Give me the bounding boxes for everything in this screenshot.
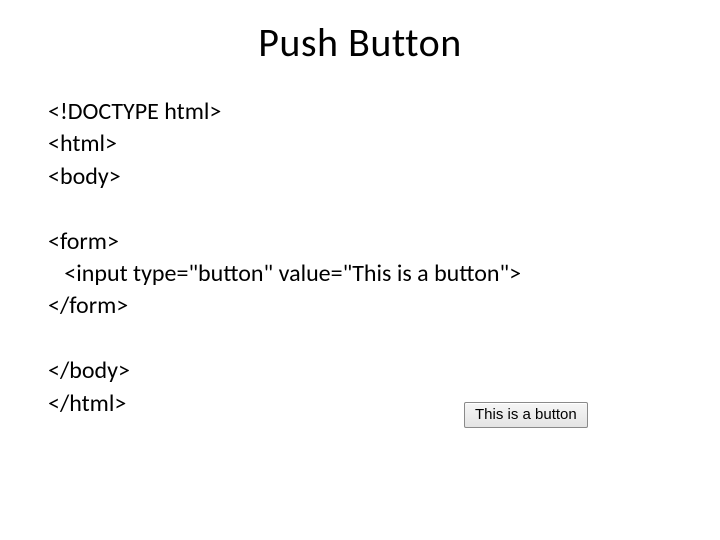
example-push-button[interactable]: This is a button (464, 402, 588, 428)
slide-title: Push Button (0, 18, 720, 67)
code-line: <body> (48, 162, 121, 191)
slide: Push Button <!DOCTYPE html> <html> <body… (0, 0, 720, 540)
code-line: <html> (48, 129, 117, 158)
code-example: <!DOCTYPE html> <html> <body> <form> <in… (48, 96, 521, 420)
code-line: </body> (48, 356, 130, 385)
code-line: <!DOCTYPE html> (48, 97, 221, 126)
code-line: <form> (48, 227, 119, 256)
code-line: <input type="button" value="This is a bu… (48, 259, 521, 288)
code-line: </form> (48, 291, 128, 320)
code-line: </html> (48, 389, 126, 418)
